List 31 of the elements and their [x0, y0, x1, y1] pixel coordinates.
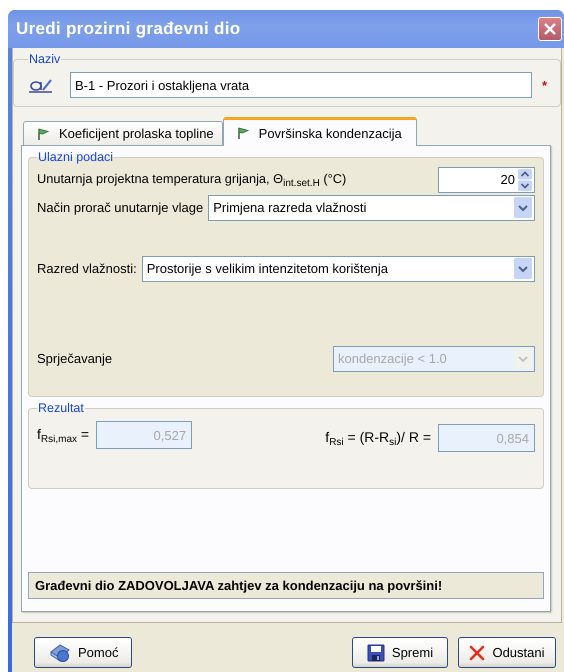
result-field: 0,854 — [438, 424, 535, 452]
close-button[interactable] — [538, 17, 562, 41]
flag-icon — [236, 126, 250, 140]
flag-icon — [36, 126, 50, 140]
field-label: Način prorač unutarnje vlage — [37, 200, 204, 215]
help-button[interactable]: Pomoć — [34, 637, 132, 668]
window-title: Uredi prozirni građevni dio — [16, 19, 240, 39]
spin-arrows-icon[interactable] — [518, 168, 532, 190]
text-edit-icon — [28, 77, 54, 93]
field-label: Razred vlažnosti: — [37, 261, 137, 276]
close-icon — [469, 644, 486, 660]
tab[interactable]: Površinska kondenzacija — [222, 117, 417, 146]
formula-label: f$_{Rsi}$ = (R-R$_{si}$)/ R = — [325, 428, 431, 448]
name-input-field[interactable]: B-1 - Prozori i ostakljena vrata — [70, 72, 532, 98]
dropdown-field[interactable]: Prostorije s velikim intenzitetom korištenja — [142, 256, 535, 282]
group-title: Rezultat — [37, 401, 85, 415]
close-icon — [543, 22, 557, 36]
field-label: Unutarnja projektna temperatura grijanja, Θ$_{int.set.H}$ (°C) — [37, 170, 346, 188]
save-button[interactable]: Spremi — [352, 637, 448, 668]
temperature-spin-field[interactable]: 20 — [438, 166, 535, 192]
group-title: Naziv — [28, 52, 62, 66]
cancel-button[interactable]: Odustani — [458, 637, 556, 668]
required-mark: * — [542, 78, 548, 92]
dropdown-field[interactable]: Primjena razreda vlažnosti — [208, 194, 535, 220]
formula-label: f$_{Rsi,max}$ = — [37, 426, 90, 444]
help-book-icon — [49, 642, 71, 662]
result-field: 0,527 — [96, 421, 192, 449]
status-message: Građevni dio ZADOVOLJAVA zahtjev za kondenzaciju na površini! — [28, 572, 544, 599]
tab[interactable]: Koeficijent prolaska topline — [23, 121, 223, 145]
group-title: Ulazni podaci — [37, 150, 114, 164]
field-label: Sprječavanje — [37, 351, 112, 366]
